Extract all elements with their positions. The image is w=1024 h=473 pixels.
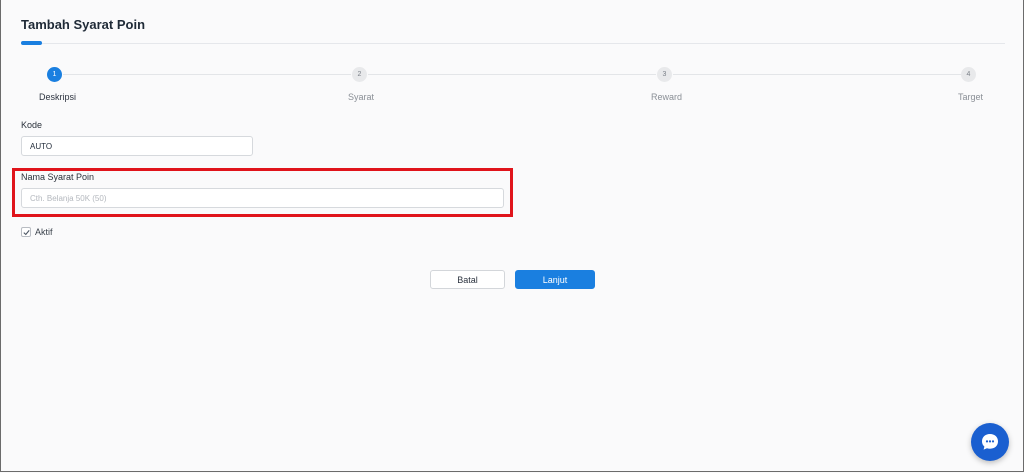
cancel-button[interactable]: Batal	[430, 270, 505, 289]
step-connector	[368, 74, 656, 75]
chat-button[interactable]	[971, 423, 1009, 461]
step-1-indicator[interactable]: 1	[47, 67, 62, 82]
page-title: Tambah Syarat Poin	[21, 17, 146, 32]
kode-input[interactable]	[21, 136, 253, 156]
aktif-checkbox[interactable]	[21, 227, 31, 237]
kode-label: Kode	[21, 120, 43, 130]
nama-syarat-poin-input[interactable]	[21, 188, 504, 208]
step-4-label: Target	[958, 92, 984, 102]
title-divider	[21, 43, 1005, 44]
step-connector	[673, 74, 961, 75]
step-1-label: Deskripsi	[39, 92, 77, 102]
title-accent-bar	[21, 41, 42, 45]
stepper: 1 Deskripsi 2 Syarat 3 Reward 4 Target	[1, 66, 1024, 106]
step-4-indicator[interactable]: 4	[961, 67, 976, 82]
next-button[interactable]: Lanjut	[515, 270, 595, 289]
step-3-label: Reward	[651, 92, 683, 102]
chat-bubble-icon	[982, 434, 998, 450]
step-3-indicator[interactable]: 3	[657, 67, 672, 82]
step-connector	[63, 74, 351, 75]
step-2-indicator[interactable]: 2	[352, 67, 367, 82]
nama-syarat-poin-label: Nama Syarat Poin	[21, 172, 95, 182]
step-2-label: Syarat	[348, 92, 375, 102]
check-icon	[23, 230, 30, 236]
aktif-label[interactable]: Aktif	[35, 227, 53, 237]
page-container: Tambah Syarat Poin 1 Deskripsi 2 Syarat …	[0, 0, 1024, 472]
